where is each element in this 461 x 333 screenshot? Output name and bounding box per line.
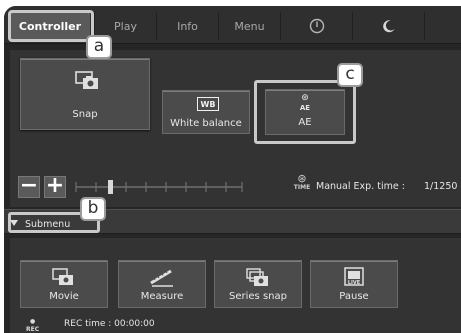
controller-highlight-frame [8,10,94,42]
power-icon [309,18,324,34]
camera-control-panel: Controller Play Info Menu Snap WB White … [4,6,461,333]
minus-button[interactable]: − [18,175,40,198]
aperture-icon: ⊛ [301,93,309,103]
snap-label: Snap [72,109,98,120]
pause-button[interactable]: LIVE Pause [310,260,398,308]
ae-button[interactable]: ⊛ AE AE [265,89,345,135]
ae-icon-text: AE [299,104,311,112]
snap-button[interactable]: Snap [20,58,150,130]
measure-button[interactable]: Measure [118,260,206,308]
tab-night[interactable] [352,12,424,40]
callout-b: b [80,197,106,221]
tab-overflow[interactable] [424,12,461,40]
moon-icon [382,20,394,33]
pause-label: Pause [339,291,369,302]
submenu-panel: Movie Measure Series snap LIVE Pause ● R… [10,238,461,333]
live-icon-text: LIVE [348,280,361,286]
series-snap-button[interactable]: Series snap [214,260,302,308]
callout-a: a [86,35,112,59]
submenu-bar: Submenu [4,209,461,234]
time-icon-text: TIME [293,184,311,191]
ruler-icon [150,269,173,287]
rec-time: REC time : 00:00:00 [64,319,155,329]
live-pause-icon: LIVE [344,267,364,286]
exposure-value: 1/1250 [424,181,458,192]
ae-highlight-frame: ⊛ AE AE [254,80,356,144]
white-balance-button[interactable]: WB White balance [162,90,250,134]
slider-thumb [108,180,113,194]
movie-camera-icon [52,268,73,285]
movie-button[interactable]: Movie [20,260,108,308]
tab-menu-label: Menu [234,19,265,33]
tab-info-label: Info [177,19,198,33]
controller-panel: Snap WB White balance ⊛ AE AE − + ⊛ TIME… [10,50,461,207]
white-balance-icon: WB [197,97,219,111]
time-aperture-icon: ⊛ TIME [293,172,311,191]
tab-info[interactable]: Info [156,12,218,40]
rec-indicator-icon: ● [30,318,36,325]
movie-label: Movie [49,291,79,302]
series-camera-icon [246,268,268,286]
callout-c: c [337,63,363,87]
measure-label: Measure [140,291,184,302]
triangle-down-icon [10,220,18,226]
ae-label: AE [298,117,312,128]
exposure-label: Manual Exp. time : [316,181,405,192]
series-snap-label: Series snap [229,291,287,302]
tab-power[interactable] [280,12,352,40]
tab-play-label: Play [114,19,137,33]
plus-button[interactable]: + [44,175,66,198]
exposure-slider[interactable] [74,180,244,194]
tab-menu[interactable]: Menu [218,12,280,40]
rec-tag: REC [26,326,40,333]
camera-snap-icon [75,71,98,89]
white-balance-label: White balance [170,118,242,129]
submenu-label: Submenu [25,219,71,230]
